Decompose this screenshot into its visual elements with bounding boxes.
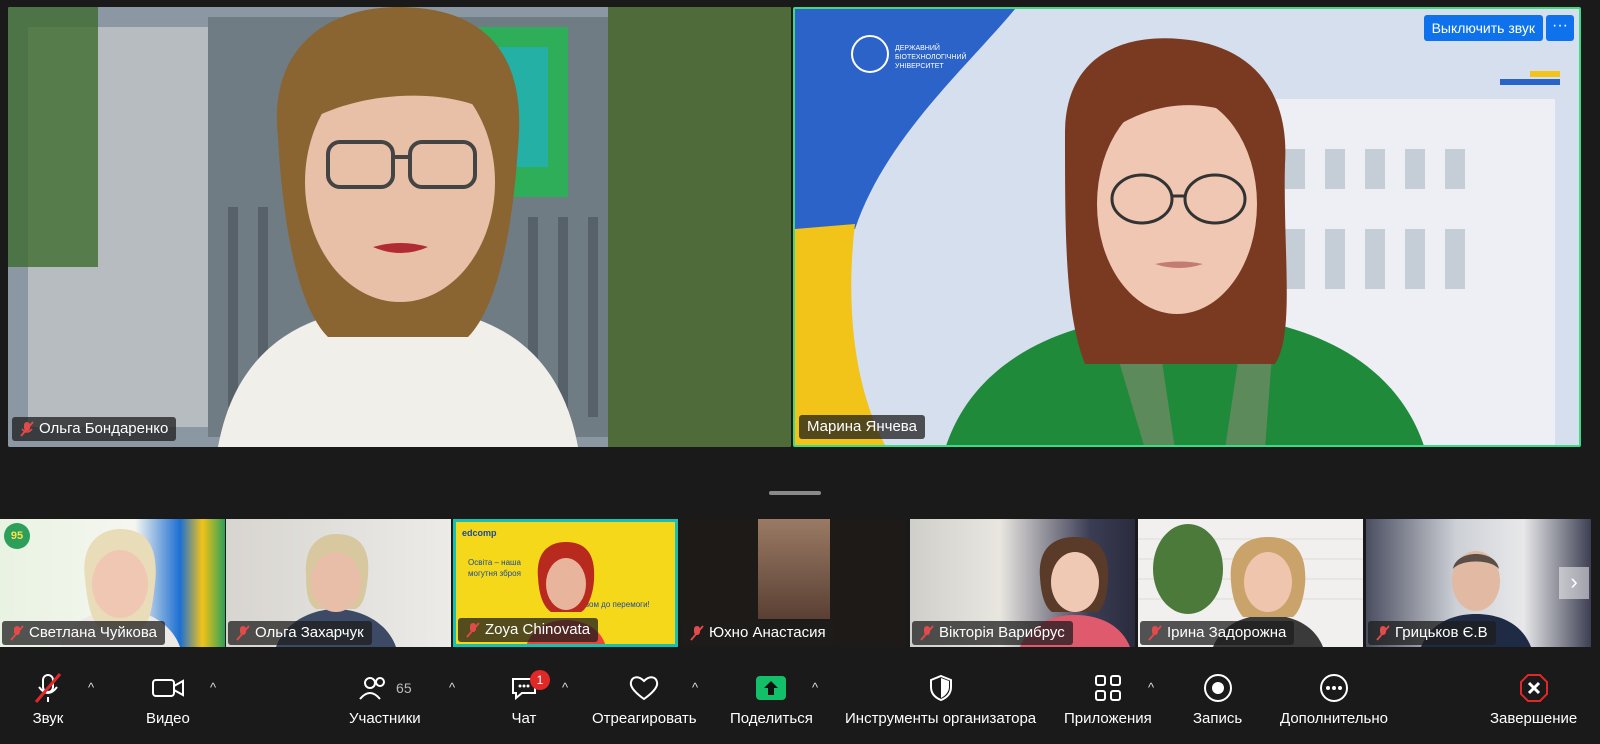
- participant-name: Вікторія Варибрус: [939, 624, 1065, 641]
- apps-label: Приложения: [1064, 710, 1152, 727]
- react-options-caret[interactable]: ^: [692, 680, 698, 695]
- next-page-arrow[interactable]: ›: [1559, 567, 1589, 599]
- chat-unread-badge: 1: [530, 670, 550, 690]
- chat-options-caret[interactable]: ^: [562, 680, 568, 695]
- name-tag: Вікторія Варибрус: [912, 621, 1073, 645]
- participant-name: Zoya Chinovata: [485, 621, 591, 638]
- video-tile-maryna[interactable]: ДЕРЖАВНИЙ БІОТЕХНОЛОГІЧНИЙ УНІВЕРСИТЕТ В…: [793, 7, 1581, 447]
- college-logo-icon: 95: [4, 523, 30, 549]
- name-tag: Ірина Задорожна: [1140, 621, 1295, 645]
- thumb-yukhno[interactable]: Юхно Анастасия: [680, 519, 905, 647]
- host-tools-label: Инструменты организатора: [845, 710, 1037, 727]
- participant-name: Светлана Чуйкова: [29, 624, 157, 641]
- record-icon: [1202, 668, 1234, 708]
- video-options-caret[interactable]: ^: [210, 680, 216, 695]
- share-label: Поделиться: [730, 710, 813, 727]
- more-label: Дополнительно: [1280, 710, 1388, 727]
- mic-muted-icon: [20, 421, 34, 437]
- name-tag: Марина Янчева: [799, 415, 925, 439]
- edcomp-logo: edcomp: [462, 528, 497, 538]
- video-label: Видео: [146, 710, 190, 727]
- more-options-button[interactable]: ···: [1546, 15, 1574, 41]
- mute-participant-button[interactable]: Выключить звук: [1423, 15, 1543, 41]
- participant-name: Ірина Задорожна: [1167, 624, 1287, 641]
- participants-count: 65: [396, 680, 412, 696]
- name-tag: Светлана Чуйкова: [2, 621, 165, 645]
- name-tag: Zoya Chinovata: [458, 618, 599, 642]
- thumb-viktoriia[interactable]: Вікторія Варибрус: [910, 519, 1135, 647]
- zoom-meeting-window: Ольга Бондаренко ДЕРЖАВНИЙ БІОТЕХНОЛОГІЧ…: [0, 0, 1600, 744]
- camera-icon: [151, 668, 185, 708]
- participant-name: Юхно Анастасия: [709, 624, 826, 641]
- participant-strip: 95 Светлана Чуйкова Ольга Захарчук edcom…: [0, 519, 1595, 647]
- video-button[interactable]: Видео: [146, 668, 190, 727]
- participants-label: Участники: [349, 710, 421, 727]
- share-screen-icon: [755, 668, 787, 708]
- chat-label: Чат: [511, 710, 537, 727]
- participant-video-olga: [218, 7, 578, 447]
- shield-icon: [928, 668, 954, 708]
- name-tag: Ольга Захарчук: [228, 621, 372, 645]
- thumb-grytskov[interactable]: Грицьков Є.В ›: [1366, 519, 1591, 647]
- apps-options-caret[interactable]: ^: [1148, 680, 1154, 695]
- mic-muted-icon: [690, 625, 704, 641]
- react-label: Отреагировать: [592, 710, 697, 727]
- name-tag: Юхно Анастасия: [682, 621, 834, 645]
- participant-video-maryna: [946, 38, 1424, 445]
- mic-muted-icon: [10, 625, 24, 641]
- share-options-caret[interactable]: ^: [812, 680, 818, 695]
- more-icon: [1318, 668, 1350, 708]
- video-tile-olga[interactable]: Ольга Бондаренко: [8, 7, 791, 447]
- participants-icon: [359, 677, 386, 700]
- resize-handle[interactable]: [769, 491, 821, 495]
- mic-muted-icon: [236, 625, 250, 641]
- name-tag: Грицьков Є.В: [1368, 621, 1496, 645]
- share-button[interactable]: Поделиться: [730, 668, 813, 727]
- meeting-toolbar: Звук ^ Видео ^ 65 Участники ^ 1 Чат ^ От…: [0, 668, 1600, 744]
- mic-muted-icon: [920, 625, 934, 641]
- audio-button[interactable]: Звук: [32, 668, 64, 727]
- audio-label: Звук: [32, 710, 64, 727]
- apps-icon: [1093, 668, 1123, 708]
- end-label: Завершение: [1490, 710, 1578, 727]
- heart-icon: [628, 668, 660, 708]
- thumb-svetlana[interactable]: 95 Светлана Чуйкова: [0, 519, 225, 647]
- participant-name: Ольга Захарчук: [255, 624, 364, 641]
- close-icon: [1518, 668, 1550, 708]
- apps-button[interactable]: Приложения: [1064, 668, 1152, 727]
- host-tools-button[interactable]: Инструменты организатора: [845, 668, 1036, 727]
- participant-video: [758, 519, 830, 619]
- participant-name: Марина Янчева: [807, 418, 917, 435]
- audio-options-caret[interactable]: ^: [88, 680, 94, 695]
- thumb-iryna[interactable]: Ірина Задорожна: [1138, 519, 1363, 647]
- more-button[interactable]: Дополнительно: [1280, 668, 1388, 727]
- record-label: Запись: [1193, 710, 1243, 727]
- mic-muted-icon: [1148, 625, 1162, 641]
- participants-options-caret[interactable]: ^: [449, 680, 455, 695]
- participant-name: Ольга Бондаренко: [39, 420, 169, 437]
- end-button[interactable]: Завершение: [1490, 668, 1577, 727]
- thumb-zoya[interactable]: edcomp Освіта – наша могутня зброя Разом…: [453, 519, 678, 647]
- chat-button[interactable]: 1 Чат: [510, 668, 550, 727]
- name-tag: Ольга Бондаренко: [12, 417, 177, 441]
- thumb-olga-z[interactable]: Ольга Захарчук: [226, 519, 451, 647]
- record-button[interactable]: Запись: [1193, 668, 1242, 727]
- mic-muted-icon: [466, 622, 480, 638]
- mic-muted-icon: [1376, 625, 1390, 641]
- participants-button[interactable]: 65 Участники: [349, 668, 421, 727]
- participant-name: Грицьков Є.В: [1395, 624, 1488, 641]
- react-button[interactable]: Отреагировать: [592, 668, 697, 727]
- mic-muted-icon: [32, 668, 64, 708]
